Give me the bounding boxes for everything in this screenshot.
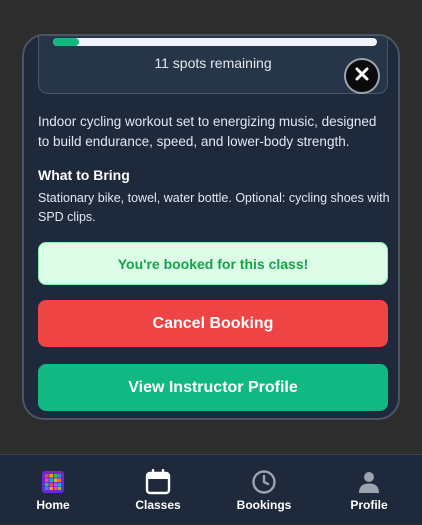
person-icon xyxy=(356,469,382,495)
tab-label: Home xyxy=(36,498,70,512)
what-to-bring-heading: What to Bring xyxy=(38,167,130,183)
bottom-tab-bar: Home Classes Bookings Profile xyxy=(0,454,422,524)
tab-home[interactable]: Home xyxy=(13,455,93,525)
close-icon xyxy=(355,67,369,86)
what-to-bring-text: Stationary bike, towel, water bottle. Op… xyxy=(38,191,390,224)
class-detail-modal: 11 spots remaining Indoor cycling workou… xyxy=(22,34,400,420)
clock-icon xyxy=(251,469,277,495)
tab-classes[interactable]: Classes xyxy=(118,455,198,525)
spots-remaining: 11 spots remaining xyxy=(154,55,272,71)
capacity-progress-bar xyxy=(53,38,377,46)
cancel-booking-button[interactable]: Cancel Booking xyxy=(38,300,388,347)
capacity-progress-fill xyxy=(53,38,79,46)
booked-status-banner: You're booked for this class! xyxy=(38,242,388,285)
calendar-icon xyxy=(145,469,171,495)
tab-label: Classes xyxy=(135,498,181,512)
tab-label: Profile xyxy=(350,498,388,512)
grid-app-icon xyxy=(40,469,66,495)
tab-label: Bookings xyxy=(236,498,292,512)
capacity-card: 11 spots remaining xyxy=(38,36,388,94)
class-description: Indoor cycling workout set to energizing… xyxy=(38,114,377,149)
tab-profile[interactable]: Profile xyxy=(329,455,409,525)
tab-bookings[interactable]: Bookings xyxy=(224,455,304,525)
close-button[interactable] xyxy=(344,58,380,94)
view-instructor-profile-button[interactable]: View Instructor Profile xyxy=(38,364,388,411)
